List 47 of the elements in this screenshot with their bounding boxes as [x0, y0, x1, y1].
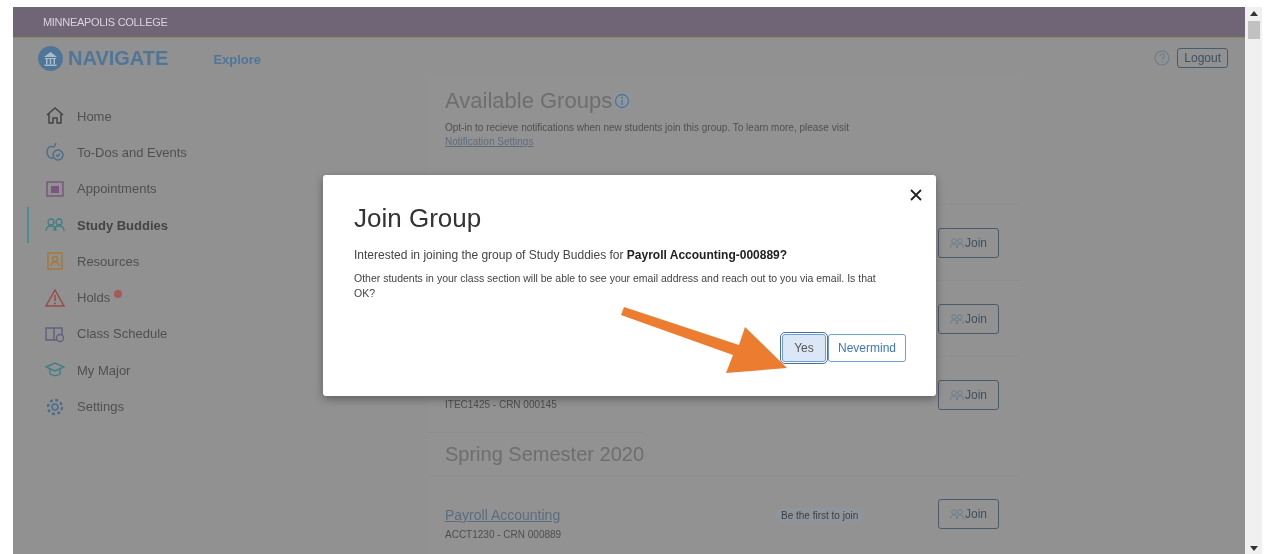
cancel-button[interactable]: Nevermind: [827, 334, 906, 362]
sidebar-label: Class Schedule: [77, 326, 168, 342]
status-badge: Be the first to join: [775, 507, 865, 523]
close-icon: [910, 189, 922, 201]
scrollbar[interactable]: [1245, 7, 1262, 554]
join-button[interactable]: Join: [938, 303, 999, 334]
description-text: Opt-in to recieve notifications when new students join this group. To learn more, please visit: [445, 122, 850, 133]
scrollbar-thumb[interactable]: [1247, 21, 1260, 39]
sidebar-label: My Major: [77, 362, 131, 378]
people-icon: [950, 508, 964, 519]
warning-icon: [45, 287, 65, 308]
sidebar-label: Home: [77, 108, 112, 124]
sidebar-label: To-Dos and Events: [77, 144, 187, 160]
sidebar-label: Appointments: [77, 181, 157, 197]
nav-link[interactable]: Explore: [213, 51, 262, 67]
college-name: MINNEAPOLIS COLLEGE: [43, 16, 168, 28]
sidebar-label: Holds: [77, 290, 111, 306]
join-button[interactable]: Join: [938, 498, 999, 529]
sidebar-label: Resources: [77, 253, 140, 269]
sidebar-label: Study Buddies: [77, 217, 168, 233]
sidebar-item[interactable]: Settings: [27, 388, 428, 425]
contact-card-icon: [45, 251, 65, 272]
confirm-button[interactable]: Yes: [781, 334, 826, 362]
sidebar-item[interactable]: Home: [27, 98, 428, 135]
brand-name: NAVIGATE: [68, 46, 169, 70]
join-button[interactable]: Join: [938, 227, 999, 258]
info-icon: [614, 93, 631, 109]
sidebar-label: Settings: [77, 399, 124, 414]
people-icon: [950, 313, 964, 324]
sidebar-item[interactable]: Class Schedule: [27, 315, 428, 353]
scroll-up-icon[interactable]: [1249, 11, 1258, 16]
logout-button[interactable]: Logout: [1177, 48, 1228, 68]
dialog-question: Interested in joining the group of Study Buddies for Payroll Accounting-000889?: [354, 248, 789, 262]
course-code: ACCT1230 - CRN 000889: [445, 529, 563, 540]
course-code: ITEC1425 - CRN 000145: [445, 399, 558, 410]
dialog-note: Other students in your class section will be able to see your email address and reach out to you via email. Is that OK?: [354, 271, 877, 301]
sidebar-item[interactable]: To-Dos and Events: [27, 134, 428, 171]
people-icon: [950, 389, 964, 400]
home-icon: [45, 106, 65, 127]
help-icon: [1154, 50, 1171, 66]
settings-icon: [45, 396, 65, 417]
people-icon: [950, 237, 964, 248]
close-button[interactable]: [908, 187, 924, 203]
join-button[interactable]: Join: [938, 379, 999, 410]
sidebar-item[interactable]: My Major: [27, 352, 428, 389]
logo-icon: [38, 45, 63, 71]
scroll-down-icon[interactable]: [1249, 546, 1258, 551]
